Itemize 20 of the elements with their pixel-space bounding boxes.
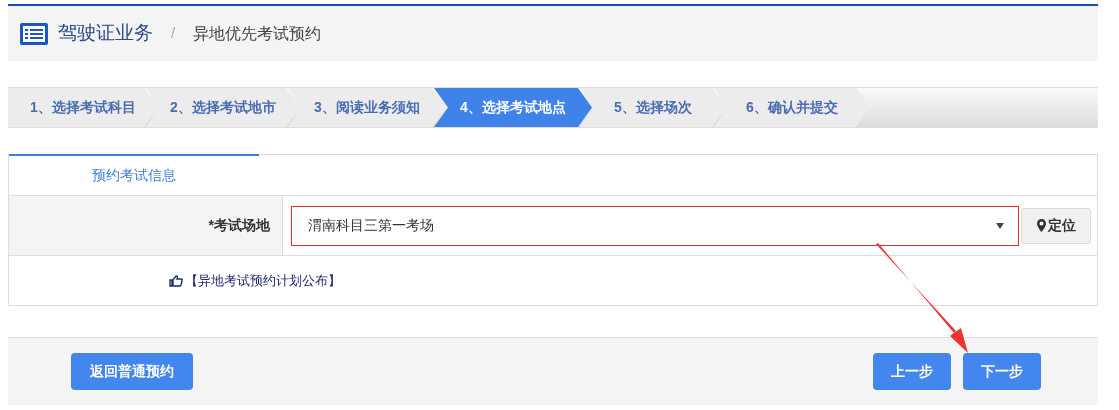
breadcrumb-section[interactable]: 驾驶证业务 xyxy=(58,19,153,48)
locate-button[interactable]: 定位 xyxy=(1021,207,1091,244)
step-tab[interactable]: 3、阅读业务须知 xyxy=(288,88,446,127)
dropdown-caret-icon xyxy=(996,222,1004,229)
step-tab[interactable]: 5、选择场次 xyxy=(580,88,726,127)
next-step-button[interactable]: 下一步 xyxy=(963,353,1041,390)
breadcrumb-separator: / xyxy=(170,23,177,44)
previous-step-button[interactable]: 上一步 xyxy=(873,353,951,390)
step-tab[interactable]: 6、确认并提交 xyxy=(714,88,870,127)
plan-announcement-link[interactable]: 【异地考试预约计划公布】 xyxy=(185,270,341,291)
page-title: 异地优先考试预约 xyxy=(193,23,322,44)
map-pin-icon xyxy=(1036,219,1046,232)
list-icon xyxy=(20,22,48,45)
exam-site-select[interactable]: 渭南科目三第一考场 xyxy=(291,205,1019,246)
back-to-normal-button[interactable]: 返回普通预约 xyxy=(71,353,193,390)
step-tab[interactable]: 4、选择考试地点 xyxy=(434,88,592,127)
step-tab[interactable]: 2、选择考试地市 xyxy=(146,88,300,127)
pointing-hand-icon xyxy=(169,274,183,287)
step-tab[interactable]: 1、选择考试科目 xyxy=(8,88,158,127)
field-label: *考试场地 xyxy=(208,216,270,235)
